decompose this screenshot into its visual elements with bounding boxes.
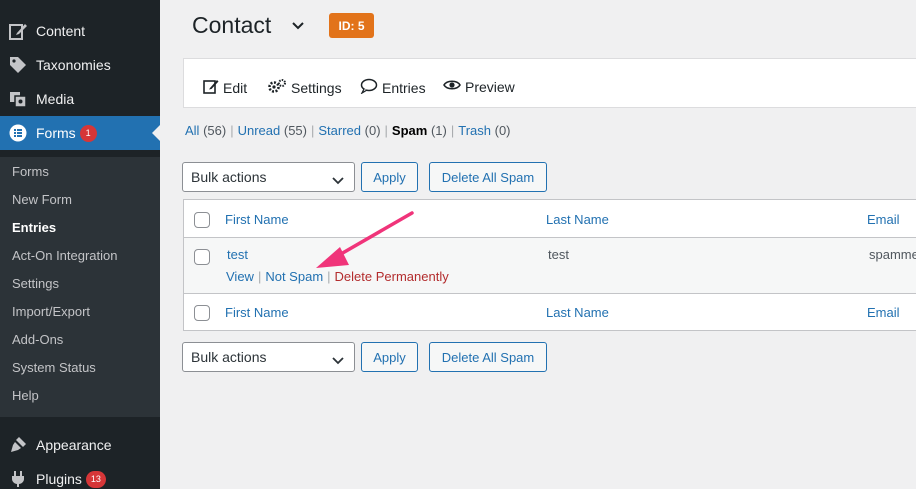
form-id-badge: ID: 5	[329, 13, 374, 38]
gears-icon	[267, 78, 291, 97]
menu-item-label: Forms	[36, 125, 76, 141]
pencil-icon	[203, 78, 223, 97]
column-last-name-footer[interactable]: Last Name	[546, 305, 609, 320]
separator: |	[450, 123, 455, 138]
filter-count: (0)	[494, 123, 511, 138]
tag-icon	[8, 55, 28, 75]
menu-item-forms[interactable]: Forms 1	[0, 116, 160, 150]
filter-count: (0)	[364, 123, 381, 138]
status-filters: All (56) | Unread (55) | Starred (0) | Spam (1…	[185, 123, 511, 138]
eye-icon	[443, 78, 465, 95]
submenu-item-entries[interactable]: Entries	[12, 220, 56, 235]
table-footer: First Name Last Name Email	[184, 294, 916, 331]
edit-icon	[8, 21, 28, 41]
view-link[interactable]: View	[226, 269, 254, 284]
filter-all[interactable]: All (56)	[185, 123, 226, 138]
filter-label: Spam	[391, 123, 428, 138]
submenu-item-help[interactable]: Help	[12, 388, 39, 403]
separator: |	[327, 269, 331, 284]
menu-item-label: Appearance	[36, 437, 112, 453]
bulk-actions-select-bottom[interactable]: Bulk actions	[182, 342, 355, 372]
column-email-footer[interactable]: Email	[867, 305, 900, 320]
submenu-item-settings[interactable]: Settings	[12, 276, 59, 291]
menu-item-plugins[interactable]: Plugins 13	[0, 462, 160, 489]
filter-count: (55)	[283, 123, 307, 138]
separator: |	[384, 123, 388, 138]
apply-button-bottom[interactable]: Apply	[361, 342, 418, 372]
bulk-actions-value: Bulk actions	[191, 349, 267, 365]
entries-table: First Name Last Name Email test test spa…	[183, 199, 916, 331]
preview-label: Preview	[465, 78, 515, 95]
filter-starred[interactable]: Starred (0)	[318, 123, 380, 138]
filter-label: All	[185, 123, 200, 138]
row-checkbox[interactable]	[194, 249, 210, 265]
chevron-down-icon	[332, 353, 344, 369]
menu-item-label: Media	[36, 91, 75, 107]
delete-all-spam-button-bottom[interactable]: Delete All Spam	[429, 342, 547, 372]
preview-link[interactable]: Preview	[443, 78, 515, 95]
not-spam-link[interactable]: Not Spam	[265, 269, 323, 284]
apply-button-top[interactable]: Apply	[361, 162, 418, 192]
filter-label: Trash	[458, 123, 491, 138]
filter-label: Starred	[318, 123, 362, 138]
chevron-down-icon	[332, 173, 344, 189]
filter-label: Unread	[237, 123, 281, 138]
forms-count-badge: 1	[79, 124, 97, 142]
entry-email: spamme	[869, 247, 916, 262]
edit-link[interactable]: Edit	[203, 78, 247, 97]
column-first-name-footer[interactable]: First Name	[225, 305, 289, 320]
separator: |	[230, 123, 234, 138]
page-title[interactable]: Contact	[192, 12, 271, 39]
column-first-name[interactable]: First Name	[225, 212, 289, 227]
plugins-count-badge: 13	[85, 470, 106, 488]
menu-item-content[interactable]: Content	[0, 14, 160, 48]
admin-sidebar: Content Taxonomies Media Forms 1 Forms N…	[0, 0, 160, 489]
column-email[interactable]: Email	[867, 212, 900, 227]
speech-bubble-icon	[360, 78, 382, 97]
column-last-name[interactable]: Last Name	[546, 212, 609, 227]
entry-first-name-link[interactable]: test	[227, 247, 248, 262]
entries-label: Entries	[382, 79, 426, 96]
select-all-checkbox-footer[interactable]	[194, 305, 210, 321]
table-row: test test spamme View | Not Spam | Delete Pe…	[184, 238, 916, 294]
media-icon	[8, 89, 28, 109]
brush-icon	[8, 435, 28, 455]
menu-item-label: Plugins	[36, 471, 82, 487]
table-header: First Name Last Name Email	[184, 200, 916, 238]
delete-all-spam-button-top[interactable]: Delete All Spam	[429, 162, 547, 192]
menu-item-label: Taxonomies	[36, 57, 111, 73]
submenu-item-system-status[interactable]: System Status	[12, 360, 96, 375]
filter-count: (1)	[430, 123, 447, 138]
submenu-item-add-ons[interactable]: Add-Ons	[12, 332, 63, 347]
submenu-item-import-export[interactable]: Import/Export	[12, 304, 90, 319]
form-toolbar: Edit Settings Entries Preview	[183, 58, 916, 108]
menu-item-taxonomies[interactable]: Taxonomies	[0, 48, 160, 82]
separator: |	[257, 269, 262, 284]
select-all-checkbox[interactable]	[194, 212, 210, 228]
separator: |	[310, 123, 315, 138]
bulk-actions-select-top[interactable]: Bulk actions	[182, 162, 355, 192]
bulk-actions-value: Bulk actions	[191, 169, 267, 185]
menu-item-media[interactable]: Media	[0, 82, 160, 116]
menu-item-label: Content	[36, 23, 86, 39]
settings-link[interactable]: Settings	[267, 78, 342, 97]
chevron-down-icon[interactable]	[290, 18, 306, 37]
submenu-item-act-on-integration[interactable]: Act-On Integration	[12, 248, 118, 263]
entry-last-name: test	[548, 247, 569, 262]
menu-item-appearance[interactable]: Appearance	[0, 428, 160, 462]
filter-count: (56)	[203, 123, 227, 138]
submenu-item-new-form[interactable]: New Form	[12, 192, 72, 207]
forms-submenu: Forms New Form Entries Act-On Integratio…	[0, 157, 160, 417]
delete-permanently-link[interactable]: Delete Permanently	[335, 269, 449, 284]
submenu-item-forms[interactable]: Forms	[12, 164, 49, 179]
filter-trash[interactable]: Trash (0)	[458, 123, 510, 138]
filter-spam[interactable]: Spam (1)	[392, 123, 447, 138]
entries-link[interactable]: Entries	[360, 78, 426, 97]
row-actions: View | Not Spam | Delete Permanently	[226, 269, 449, 284]
edit-label: Edit	[223, 79, 248, 96]
settings-label: Settings	[291, 79, 342, 96]
plugin-icon	[8, 469, 28, 489]
filter-unread[interactable]: Unread (55)	[238, 123, 307, 138]
forms-icon	[8, 123, 28, 143]
